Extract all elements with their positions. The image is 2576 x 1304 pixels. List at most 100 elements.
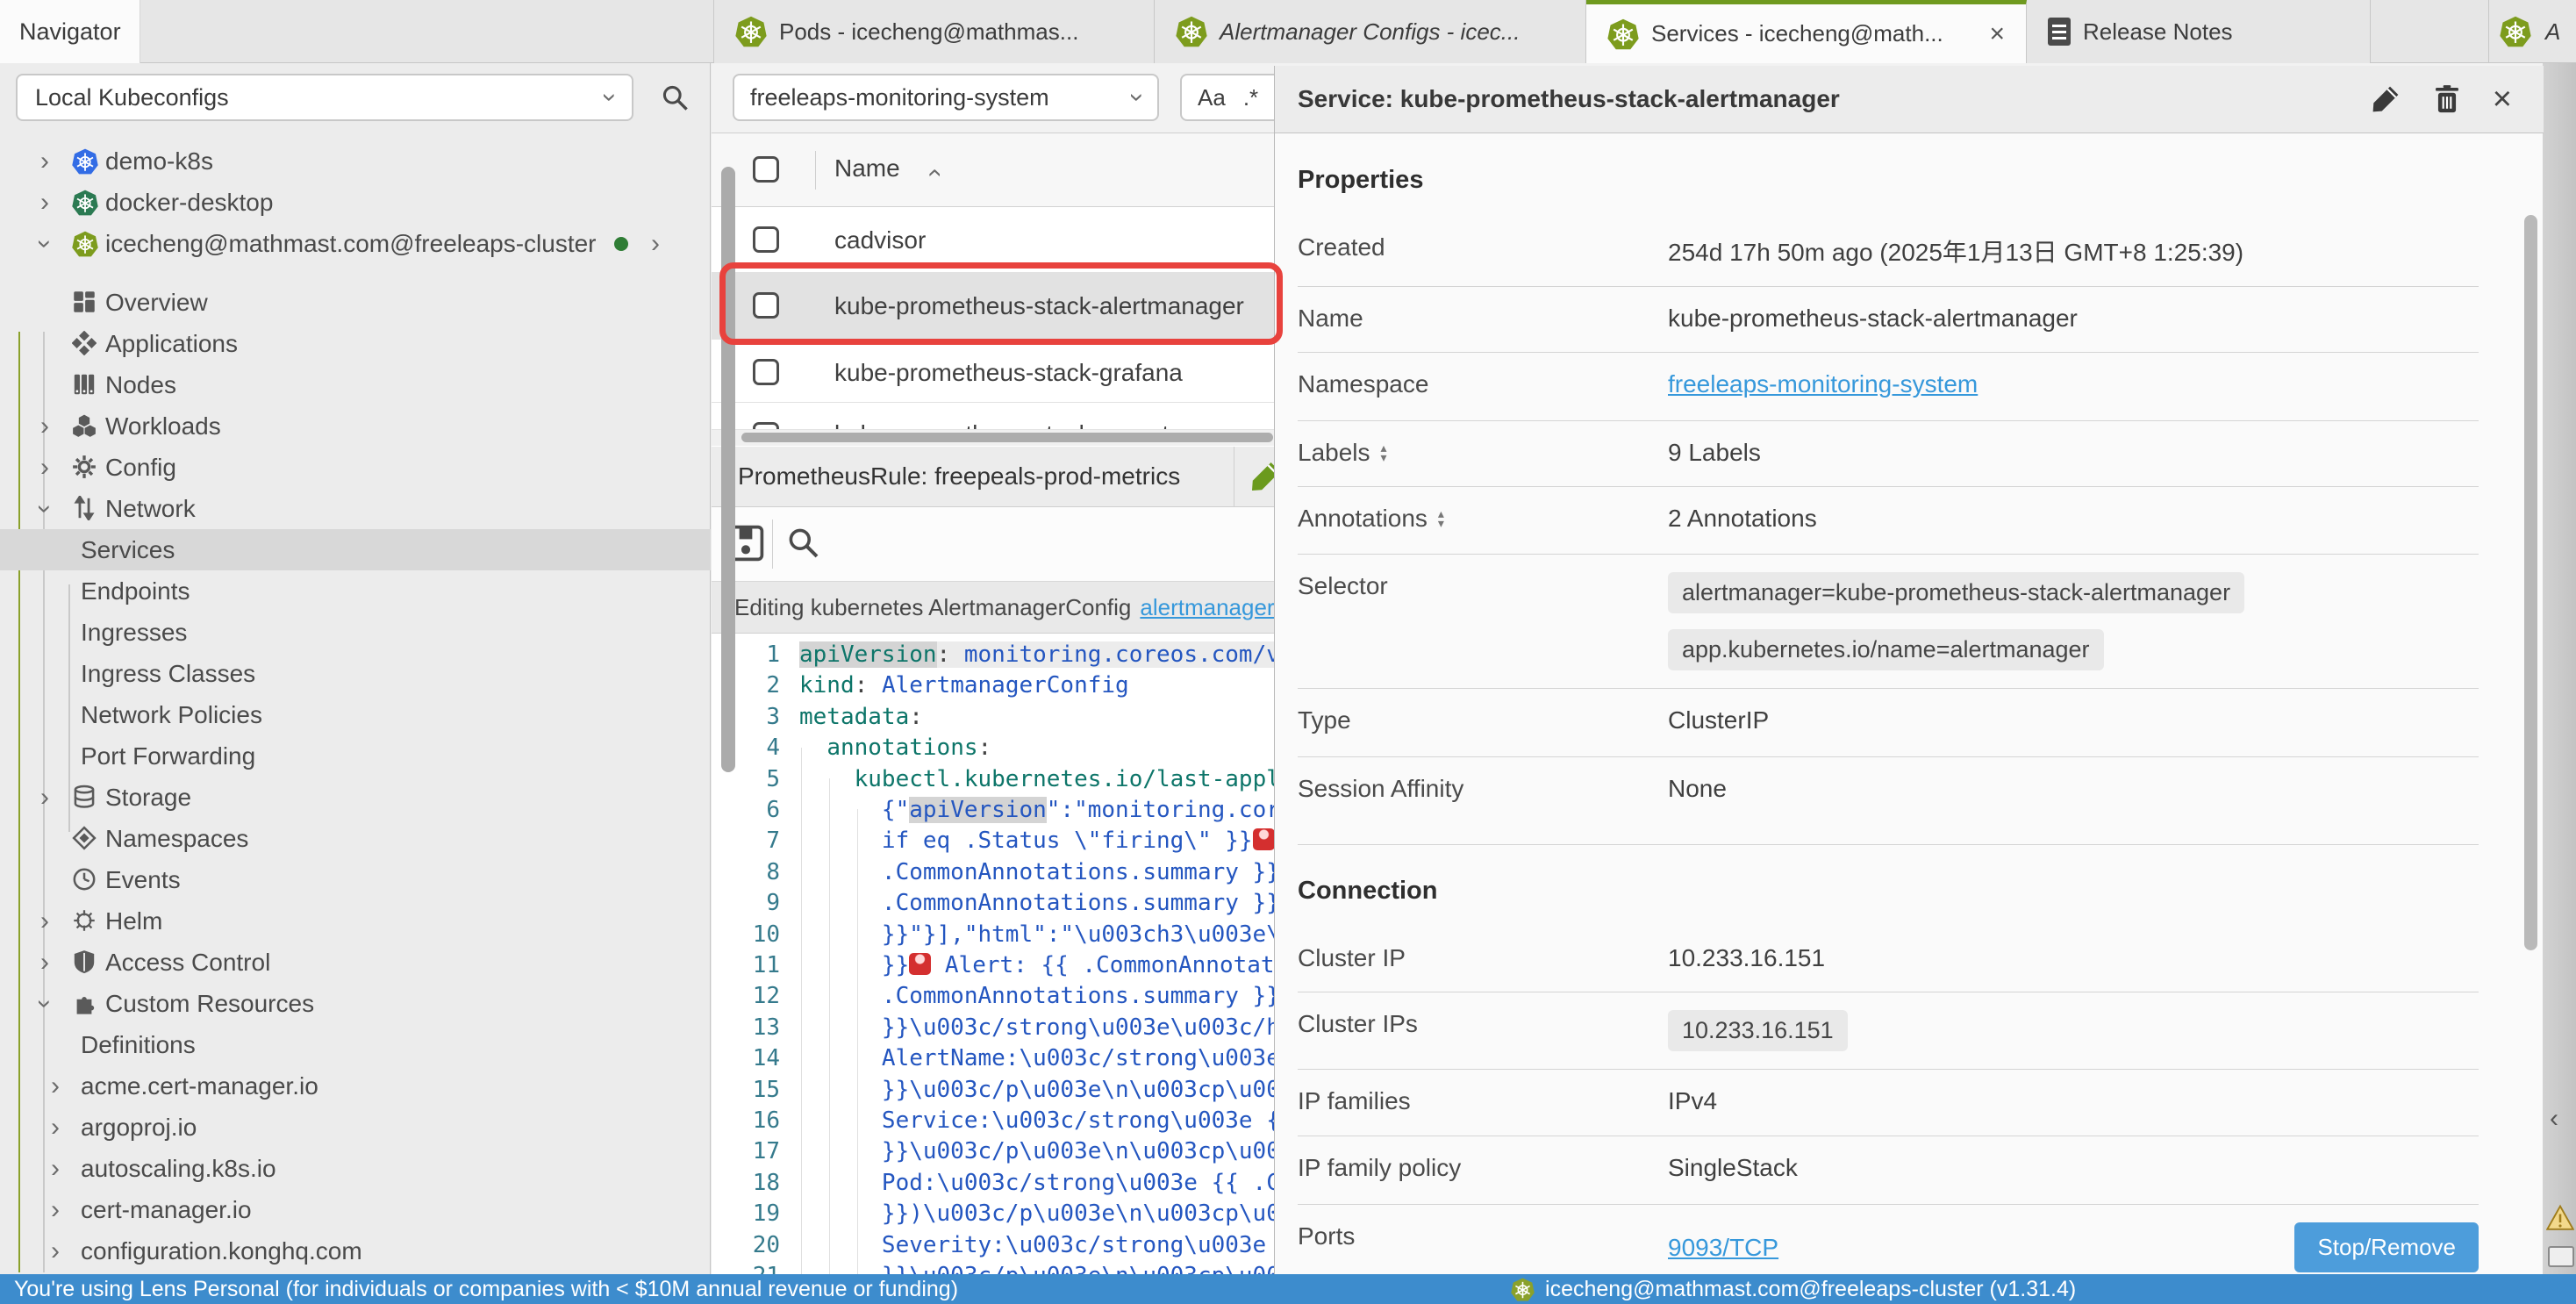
status-dot (614, 237, 628, 251)
chevron-right-icon[interactable]: › (51, 1114, 60, 1141)
sidebar-item-docker-desktop[interactable]: ›docker-desktop (0, 182, 711, 223)
chevron-left-icon[interactable]: ‹ (2550, 1104, 2558, 1134)
stop-remove-button[interactable]: Stop/Remove (2294, 1222, 2479, 1272)
sidebar-item-label: acme.cert-manager.io (81, 1072, 318, 1100)
chevron-right-icon[interactable]: › (651, 231, 660, 257)
chevron-right-icon[interactable]: › (40, 908, 49, 935)
chevron-right-icon[interactable]: › (51, 1073, 60, 1100)
tab-alertmanager-configs-ice[interactable]: Alertmanager Configs - icec... (1155, 0, 1586, 63)
sidebar-item-cert-manager-io[interactable]: ›cert-manager.io (0, 1189, 711, 1230)
property-label: Labels (1298, 439, 1370, 467)
select-all-checkbox[interactable] (753, 156, 779, 183)
edit-pencil-icon[interactable] (2370, 83, 2401, 115)
chevron-right-icon[interactable]: › (40, 190, 49, 216)
tab-release-notes[interactable]: Release Notes (2027, 0, 2371, 63)
name-column-header[interactable]: Name (834, 154, 900, 183)
sidebar-item-services[interactable]: Services (0, 529, 711, 570)
scrollbar-thumb[interactable] (2524, 215, 2537, 950)
chevron-right-icon[interactable]: › (40, 949, 49, 976)
sidebar-item-overview[interactable]: Overview (0, 282, 711, 323)
property-label: Created (1298, 233, 1385, 262)
kubernetes-icon (1607, 18, 1639, 50)
sidebar-item-applications[interactable]: Applications (0, 323, 711, 364)
sidebar-item-storage[interactable]: ›Storage (0, 777, 711, 818)
sidebar-item-configuration-konghq-com[interactable]: › configuration.konghq.com (0, 1230, 711, 1272)
sidebar-item-nodes[interactable]: Nodes (0, 364, 711, 405)
search-icon[interactable] (660, 82, 690, 112)
search-icon[interactable] (785, 525, 820, 560)
sidebar-item-label: Nodes (105, 371, 176, 399)
chevron-right-icon[interactable]: › (40, 148, 49, 175)
sidebar-item-namespaces[interactable]: Namespaces (0, 818, 711, 859)
sidebar-item-custom-resources[interactable]: › Custom Resources (0, 983, 711, 1024)
sidebar-item-label: Custom Resources (105, 990, 314, 1018)
property-row-created: Created254d 17h 50m ago (2025年1月13日 GMT+… (1298, 216, 2479, 287)
sidebar-item-endpoints[interactable]: Endpoints (0, 570, 711, 612)
sidebar-item-ingresses[interactable]: Ingresses (0, 612, 711, 653)
sidebar-item-events[interactable]: Events (0, 859, 711, 900)
sidebar-item-ingress-classes[interactable]: Ingress Classes (0, 653, 711, 694)
property-label: Name (1298, 305, 1363, 333)
property-value: ClusterIP (1668, 706, 1769, 734)
match-case-option[interactable]: Aa (1198, 84, 1226, 111)
chevron-right-icon[interactable]: › (51, 1197, 60, 1223)
events-icon (72, 867, 98, 893)
alertmanager-link[interactable]: alertmanager (1140, 594, 1274, 621)
active-cluster-label[interactable]: icecheng@mathmast.com@freeleaps-cluster … (1545, 1277, 2076, 1302)
sort-toggle-icon[interactable]: ▴▾ (1381, 443, 1387, 462)
code-text: }}\u003c/strong\u003e\u003c/h3 (799, 1014, 1294, 1041)
chevron-down-icon[interactable]: › (32, 240, 58, 248)
sidebar-item-label: Helm (105, 907, 162, 935)
row-checkbox[interactable] (753, 422, 779, 430)
regex-option[interactable]: .* (1243, 84, 1258, 111)
sidebar-item-network-policies[interactable]: Network Policies (0, 694, 711, 735)
value-badge[interactable]: alertmanager=kube-prometheus-stack-alert… (1668, 572, 2244, 613)
value-badge[interactable]: app.kubernetes.io/name=alertmanager (1668, 629, 2104, 670)
sidebar-item-definitions[interactable]: Definitions (0, 1024, 711, 1065)
sidebar-item-acme-cert-manager-io[interactable]: › acme.cert-manager.io (0, 1065, 711, 1107)
row-checkbox[interactable] (753, 359, 779, 385)
sidebar-item-helm[interactable]: › Helm (0, 900, 711, 942)
value-badge[interactable]: 10.233.16.151 (1668, 1010, 1848, 1051)
sort-asc-icon[interactable]: › (920, 168, 947, 177)
property-label: Session Affinity (1298, 775, 1463, 803)
tab-label: Release Notes (2083, 18, 2233, 46)
namespace-link[interactable]: freeleaps-monitoring-system (1668, 370, 1978, 398)
scrollbar-thumb[interactable] (741, 433, 1273, 442)
partial-tab[interactable]: A (2488, 0, 2576, 63)
sidebar-item-autoscaling-k8s-io[interactable]: ›autoscaling.k8s.io (0, 1148, 711, 1189)
chevron-down-icon[interactable]: › (32, 505, 58, 513)
code-text: AlertName:\u003c/strong\u003e (799, 1045, 1280, 1071)
tab-label: Services - icecheng@math... (1651, 20, 1943, 47)
kubeconfig-select[interactable]: Local Kubeconfigs › (16, 74, 633, 121)
sidebar-item-icecheng-mathmast-com-freeleap[interactable]: ›icecheng@mathmast.com@freeleaps-cluster… (0, 223, 711, 264)
row-checkbox[interactable] (753, 226, 779, 253)
tab-services-icecheng-math-[interactable]: Services - icecheng@math... × (1586, 0, 2027, 63)
chevron-right-icon[interactable]: › (51, 1156, 60, 1182)
sidebar-item-demo-k8s[interactable]: ›demo-k8s (0, 140, 711, 182)
tab-pods-icecheng-mathmas-[interactable]: Pods - icecheng@mathmas... (713, 0, 1155, 63)
sidebar-item-label: configuration.konghq.com (81, 1237, 362, 1265)
sort-toggle-icon[interactable]: ▴▾ (1438, 509, 1444, 528)
sidebar-item-config[interactable]: ›Config (0, 447, 711, 488)
scrollbar-thumb[interactable] (721, 167, 735, 772)
chevron-right-icon[interactable]: › (51, 1238, 60, 1265)
chevron-right-icon[interactable]: › (40, 413, 49, 440)
sidebar-item-access-control[interactable]: ›Access Control (0, 942, 711, 983)
chevron-right-icon[interactable]: › (40, 455, 49, 481)
chevron-right-icon[interactable]: › (40, 785, 49, 811)
code-text: .CommonAnnotations.summary }}- (799, 859, 1294, 885)
sidebar-item-port-forwarding[interactable]: Port Forwarding (0, 735, 711, 777)
sidebar-item-argoproj-io[interactable]: ›argoproj.io (0, 1107, 711, 1148)
sidebar-scrollbar[interactable] (721, 63, 737, 1274)
property-row-selector: Selectoralertmanager=kube-prometheus-sta… (1298, 555, 2479, 689)
close-icon[interactable]: × (2493, 82, 2512, 116)
port-link[interactable]: 9093/TCP (1668, 1234, 1778, 1262)
sidebar-item-workloads[interactable]: ›Workloads (0, 405, 711, 447)
chevron-down-icon[interactable]: › (32, 999, 58, 1008)
drawer-scrollbar[interactable] (2522, 134, 2540, 1304)
namespace-select[interactable]: freeleaps-monitoring-system › (733, 74, 1159, 121)
sidebar-item-network[interactable]: ›Network (0, 488, 711, 529)
delete-trash-icon[interactable] (2431, 83, 2463, 115)
close-icon[interactable]: × (1986, 19, 2008, 49)
